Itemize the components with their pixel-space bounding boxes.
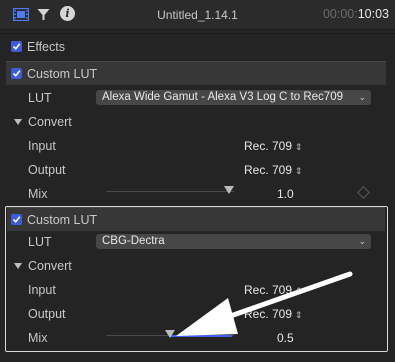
annotation-arrow-icon: [176, 271, 353, 336]
